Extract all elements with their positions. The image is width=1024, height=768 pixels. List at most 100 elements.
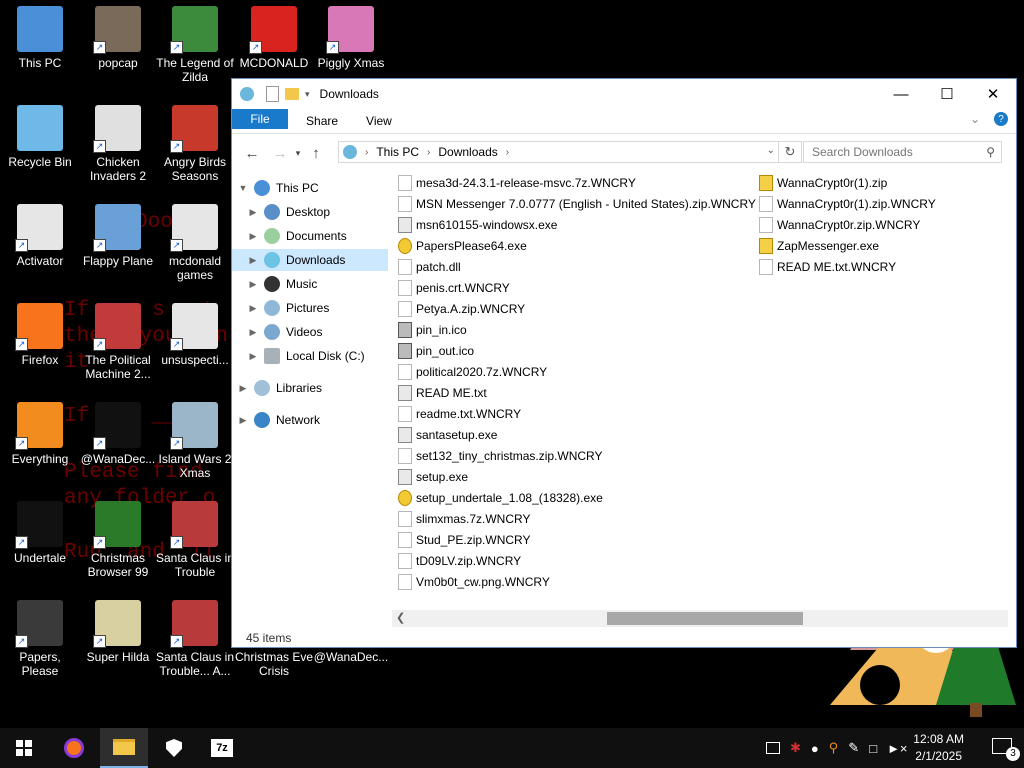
file-item[interactable]: PapersPlease64.exe (398, 236, 527, 256)
breadcrumb-this-pc[interactable]: This PC (376, 145, 419, 159)
file-item[interactable]: patch.dll (398, 257, 461, 277)
desktop-icon-item[interactable]: ↗ Activator (0, 202, 80, 268)
nav-item-local-disk[interactable]: ▶ Local Disk (C:) (246, 345, 386, 367)
tab-share[interactable]: Share (292, 109, 352, 133)
file-item[interactable]: readme.txt.WNCRY (398, 404, 521, 424)
file-item[interactable]: setup.exe (398, 467, 468, 487)
chevron-right-icon[interactable]: ▶ (246, 279, 260, 290)
desktop-icon-item[interactable]: ↗ @WanaDec... (78, 400, 158, 466)
recent-locations-icon[interactable]: ▾ (292, 148, 304, 159)
desktop-icon-item[interactable]: ↗ MCDONALD (234, 4, 314, 70)
taskbar-file-explorer[interactable] (100, 728, 148, 768)
chevron-right-icon[interactable]: ▶ (246, 327, 260, 338)
desktop-icon-item[interactable]: ↗ unsuspecti... (155, 301, 235, 367)
file-item[interactable]: pin_out.ico (398, 341, 474, 361)
desktop-icon-item[interactable]: ↗ Santa Claus in Trouble (155, 499, 235, 579)
nav-item-desktop[interactable]: ▶ Desktop (246, 201, 386, 223)
breadcrumb-downloads[interactable]: Downloads (438, 145, 497, 159)
desktop-icon-item[interactable]: ↗ Angry Birds Seasons (155, 103, 235, 183)
tray-network-icon[interactable]: □ (869, 741, 877, 756)
file-item[interactable]: set132_tiny_christmas.zip.WNCRY (398, 446, 603, 466)
nav-item-videos[interactable]: ▶ Videos (246, 321, 386, 343)
desktop-icon-item[interactable]: ↗ Santa Claus in Trouble... A... (155, 598, 235, 678)
chevron-right-icon[interactable]: ▶ (246, 255, 260, 266)
desktop-icon-item[interactable]: ↗ Piggly Xmas (311, 4, 391, 70)
file-item[interactable]: READ ME.txt.WNCRY (759, 257, 896, 277)
chevron-right-icon[interactable]: › (427, 147, 430, 158)
forward-button[interactable]: → (268, 145, 292, 162)
tray-malware-icon[interactable]: ✱ (790, 740, 801, 756)
file-item[interactable]: Stud_PE.zip.WNCRY (398, 530, 531, 550)
chevron-right-icon[interactable]: › (365, 147, 368, 158)
tray-search-icon[interactable]: ⚲ (829, 740, 839, 756)
nav-item-pictures[interactable]: ▶ Pictures (246, 297, 386, 319)
file-item[interactable]: WannaCrypt0r.zip.WNCRY (759, 215, 920, 235)
new-folder-icon[interactable] (285, 88, 299, 100)
nav-item-documents[interactable]: ▶ Documents (246, 225, 386, 247)
desktop-icon-item[interactable]: This PC (0, 4, 80, 70)
back-button[interactable]: ← (240, 145, 264, 162)
file-item[interactable]: tD09LV.zip.WNCRY (398, 551, 521, 571)
expand-ribbon-icon[interactable]: ⌄ (970, 112, 980, 126)
desktop-icon-item[interactable]: ↗ Super Hilda (78, 598, 158, 664)
desktop-icon-item[interactable]: ↗ popcap (78, 4, 158, 70)
properties-icon[interactable] (266, 86, 279, 102)
nav-item-libraries[interactable]: ▶ Libraries (236, 377, 386, 399)
desktop-icon-item[interactable]: ↗ Chicken Invaders 2 (78, 103, 158, 183)
minimize-button[interactable]: — (878, 79, 924, 109)
tab-file[interactable]: File (232, 109, 288, 129)
tray-volume-muted-icon[interactable]: ►× (887, 741, 907, 756)
search-box[interactable]: ⚲ (803, 141, 1002, 163)
desktop-icon-item[interactable]: ↗ The Legend of Zilda (155, 4, 235, 84)
chevron-down-icon[interactable]: ⌄ (767, 145, 775, 156)
desktop-icon-item[interactable]: Recycle Bin (0, 103, 80, 169)
file-item[interactable]: Petya.A.zip.WNCRY (398, 299, 525, 319)
desktop-icon-item[interactable]: ↗ Undertale (0, 499, 80, 565)
tray-drop-icon[interactable]: ● (811, 741, 819, 756)
start-button[interactable] (0, 728, 48, 768)
horizontal-scrollbar[interactable]: ❮ (392, 610, 1008, 627)
explorer-icon[interactable] (240, 87, 254, 101)
nav-item-network[interactable]: ▶ Network (236, 409, 386, 431)
chevron-right-icon[interactable]: › (506, 147, 509, 158)
chevron-right-icon[interactable]: ▶ (246, 207, 260, 218)
nav-item-this-pc[interactable]: ▼ This PC (236, 177, 386, 199)
desktop-icon-item[interactable]: ↗ Island Wars 2 Xmas (155, 400, 235, 480)
help-icon[interactable]: ? (994, 112, 1008, 126)
chevron-right-icon[interactable]: ▶ (246, 351, 260, 362)
chevron-right-icon[interactable]: ▶ (236, 383, 250, 394)
taskbar-firefox[interactable] (50, 728, 98, 768)
tab-view[interactable]: View (352, 109, 406, 133)
desktop-icon-item[interactable]: ↗ Flappy Plane (78, 202, 158, 268)
desktop-icon-item[interactable]: ↗ Papers, Please (0, 598, 80, 678)
scrollbar-thumb[interactable] (607, 612, 803, 625)
desktop-icon-item[interactable]: ↗ Everything (0, 400, 80, 466)
close-button[interactable]: ✕ (970, 79, 1016, 109)
nav-item-downloads[interactable]: ▶ Downloads (232, 249, 388, 271)
file-item[interactable]: WannaCrypt0r(1).zip.WNCRY (759, 194, 936, 214)
chevron-right-icon[interactable]: ▶ (246, 231, 260, 242)
nav-item-music[interactable]: ▶ Music (246, 273, 386, 295)
file-item[interactable]: MSN Messenger 7.0.0777 (English - United… (398, 194, 756, 214)
file-item[interactable]: mesa3d-24.3.1-release-msvc.7z.WNCRY (398, 173, 636, 193)
action-center-button[interactable]: 3 (992, 738, 1020, 761)
tray-pin-icon[interactable]: ✎ (848, 740, 859, 756)
file-item[interactable]: slimxmas.7z.WNCRY (398, 509, 530, 529)
refresh-button[interactable]: ↻ (778, 142, 801, 162)
desktop-icon-item[interactable]: ↗ The Political Machine 2... (78, 301, 158, 381)
desktop-icon-item[interactable]: ↗ mcdonald games (155, 202, 235, 282)
chevron-right-icon[interactable]: ▶ (246, 303, 260, 314)
file-item[interactable]: setup_undertale_1.08_(18328).exe (398, 488, 603, 508)
customize-toolbar-icon[interactable]: ▾ (305, 89, 310, 100)
file-item[interactable]: Vm0b0t_cw.png.WNCRY (398, 572, 550, 592)
file-item[interactable]: ZapMessenger.exe (759, 236, 879, 256)
chevron-down-icon[interactable]: ▼ (236, 183, 250, 193)
maximize-button[interactable]: ☐ (924, 79, 970, 109)
desktop-icon-item[interactable]: ↗ Christmas Browser 99 (78, 499, 158, 579)
desktop-icon-item[interactable]: ↗ Firefox (0, 301, 80, 367)
file-item[interactable]: msn610155-windowsx.exe (398, 215, 557, 235)
file-item[interactable]: political2020.7z.WNCRY (398, 362, 547, 382)
file-item[interactable]: penis.crt.WNCRY (398, 278, 510, 298)
tray-app-icon[interactable] (766, 742, 780, 754)
taskbar-7zip[interactable]: 7z (198, 728, 246, 768)
